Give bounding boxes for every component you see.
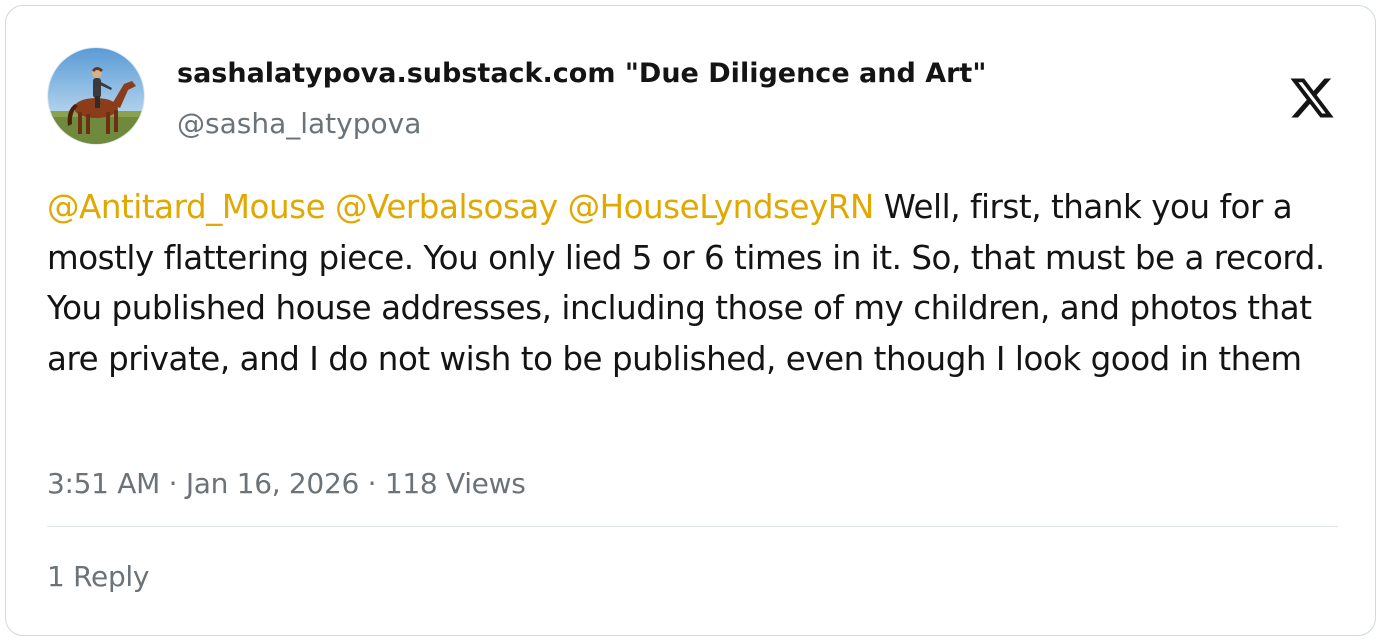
- tweet-time[interactable]: 3:51 AM: [47, 467, 160, 500]
- rider-on-horse-avatar-icon: [48, 48, 144, 144]
- divider: [47, 526, 1338, 527]
- mention-link[interactable]: @Antitard_Mouse: [47, 188, 326, 226]
- author-avatar[interactable]: [47, 47, 145, 145]
- x-logo-icon-glyph: [1290, 78, 1334, 118]
- tweet-text: @Antitard_Mouse @Verbalsosay @HouseLynds…: [47, 182, 1342, 384]
- tweet-views: 118 Views: [384, 467, 526, 500]
- mention-link[interactable]: @HouseLyndseyRN: [568, 188, 875, 226]
- author-display-name[interactable]: sashalatypova.substack.com "Due Diligenc…: [177, 56, 986, 92]
- tweet-date[interactable]: Jan 16, 2026: [186, 467, 359, 500]
- tweet-metadata: 3:51 AM · Jan 16, 2026 · 118 Views: [47, 466, 526, 502]
- author-handle[interactable]: @sasha_latypova: [177, 106, 421, 142]
- mention-link[interactable]: @Verbalsosay: [335, 188, 558, 226]
- tweet-card: sashalatypova.substack.com "Due Diligenc…: [5, 5, 1376, 636]
- separator-dot: ·: [168, 467, 178, 500]
- reply-count-link[interactable]: 1 Reply: [47, 559, 149, 595]
- x-logo-icon[interactable]: [1288, 74, 1336, 122]
- separator-dot: ·: [367, 467, 377, 500]
